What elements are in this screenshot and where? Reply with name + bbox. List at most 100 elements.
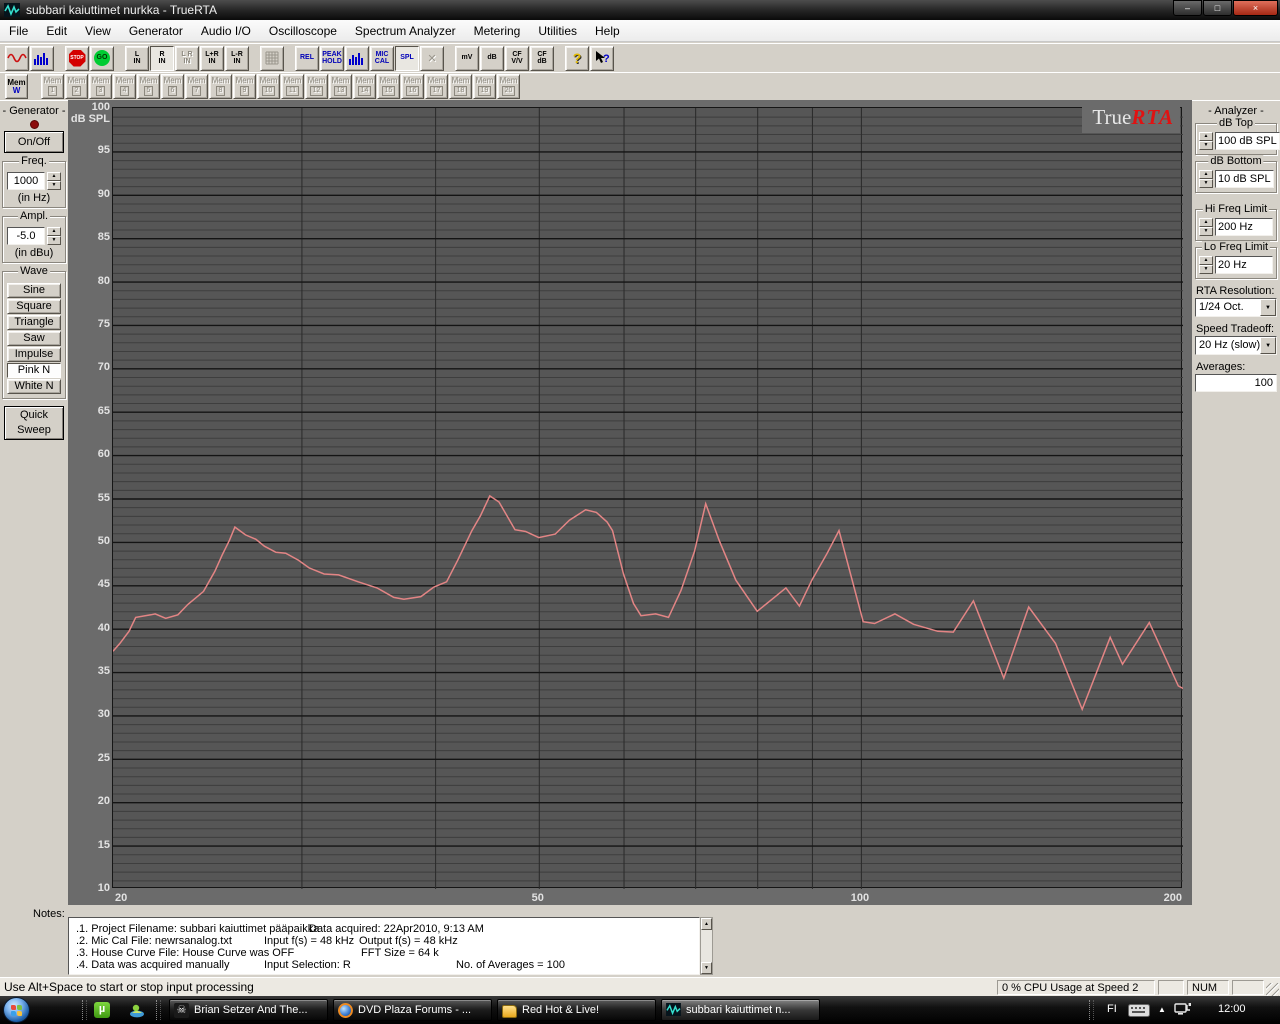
mem-slot-12-button[interactable]: Mem 12 [305,74,328,99]
peak-hold-button[interactable]: PEAK HOLD [320,45,344,71]
menu-item-oscilloscope[interactable]: Oscilloscope [260,20,346,41]
l-plus-r-input-button[interactable]: L+R IN [200,45,224,71]
mem-slot-16-button[interactable]: Mem 16 [401,74,424,99]
wave-white-n-button[interactable]: White N [7,379,61,394]
menu-item-edit[interactable]: Edit [37,20,76,41]
lo-freq-value[interactable]: 20 Hz [1215,256,1273,274]
freq-down-button[interactable]: ▼ [47,181,61,190]
mem-slot-20-button[interactable]: Mem 20 [497,74,520,99]
decibel-units-button[interactable]: dB [480,45,504,71]
lo-freq-up-button[interactable]: ▲ [1199,256,1213,265]
speed-tradeoff-dropdown[interactable]: 20 Hz (slow) ▼ [1195,336,1277,355]
start-button[interactable] [3,997,30,1023]
rta-resolution-dropdown[interactable]: 1/24 Oct. ▼ [1195,298,1277,317]
taskbar-task-dvd-plaza-forums[interactable]: DVD Plaza Forums - ... [333,999,492,1021]
taskbar-task-subbari-kaiuttimet-n[interactable]: subbari kaiuttimet n... [661,999,820,1021]
tray-grip[interactable] [1089,1000,1094,1020]
menu-item-help[interactable]: Help [586,20,629,41]
averages-input[interactable]: 100 [1195,374,1277,392]
mic-cal-button[interactable]: MIC CAL [370,45,394,71]
wave-impulse-button[interactable]: Impulse [7,347,61,362]
context-help-button[interactable]: ? [590,45,614,71]
db-top-value[interactable]: 100 dB SPL [1215,132,1280,150]
quick-sweep-button[interactable]: Quick Sweep [4,406,64,440]
ampl-input[interactable]: -5.0 [7,227,45,245]
hi-freq-value[interactable]: 200 Hz [1215,218,1273,236]
wave-saw-button[interactable]: Saw [7,331,61,346]
mem-slot-2-button[interactable]: Mem 2 [65,74,88,99]
db-top-up-button[interactable]: ▲ [1199,132,1213,141]
mem-write-button[interactable]: Mem W [5,74,28,99]
menu-item-utilities[interactable]: Utilities [529,20,586,41]
freq-input[interactable]: 1000 [7,172,45,190]
notes-scroll-down-icon[interactable]: ▼ [701,962,712,974]
go-button[interactable]: GO [90,45,114,71]
resize-grip[interactable] [1266,983,1279,996]
ampl-up-button[interactable]: ▲ [47,227,61,236]
menu-item-generator[interactable]: Generator [120,20,192,41]
db-bottom-down-button[interactable]: ▼ [1199,179,1213,188]
taskbar-task-brian-setzer-and-the[interactable]: ☠ Brian Setzer And The... [169,999,328,1021]
messenger-icon[interactable] [129,1002,145,1018]
mem-slot-17-button[interactable]: Mem 17 [425,74,448,99]
wave-triangle-button[interactable]: Triangle [7,315,61,330]
mem-slot-7-button[interactable]: Mem 7 [185,74,208,99]
maximize-button[interactable]: □ [1203,0,1232,16]
notes-textbox[interactable]: .1. Project Filename: subbari kaiuttimet… [68,917,700,975]
menu-item-file[interactable]: File [0,20,37,41]
crest-factor-db-button[interactable]: CF dB [530,45,554,71]
mem-slot-4-button[interactable]: Mem 4 [113,74,136,99]
hi-freq-up-button[interactable]: ▲ [1199,218,1213,227]
relative-mode-button[interactable]: REL [295,45,319,71]
left-input-button[interactable]: L IN [125,45,149,71]
hi-freq-down-button[interactable]: ▼ [1199,227,1213,236]
show-hidden-icons-arrow[interactable]: ▲ [1158,1005,1166,1014]
mem-slot-14-button[interactable]: Mem 14 [353,74,376,99]
generator-onoff-button[interactable]: On/Off [4,131,64,153]
wave-square-button[interactable]: Square [7,299,61,314]
menu-item-view[interactable]: View [76,20,120,41]
mem-slot-19-button[interactable]: Mem 19 [473,74,496,99]
wave-sine-button[interactable]: Sine [7,283,61,298]
menu-item-metering[interactable]: Metering [465,20,530,41]
help-button[interactable]: ? [565,45,589,71]
grid-toggle-button[interactable] [260,45,284,71]
close-button[interactable]: × [1233,0,1278,16]
ampl-down-button[interactable]: ▼ [47,236,61,245]
crest-factor-vv-button[interactable]: CF V/V [505,45,529,71]
sine-wave-button[interactable] [5,45,29,71]
mem-slot-6-button[interactable]: Mem 6 [161,74,184,99]
network-icon[interactable] [1174,1002,1191,1018]
stop-button[interactable]: STOP [65,45,89,71]
db-top-down-button[interactable]: ▼ [1199,141,1213,150]
mem-slot-8-button[interactable]: Mem 8 [209,74,232,99]
stereo-input-button[interactable]: L R IN [175,45,199,71]
rta-resolution-dropdown-arrow-icon[interactable]: ▼ [1260,299,1276,316]
mem-slot-11-button[interactable]: Mem 11 [281,74,304,99]
bar-graph-button[interactable] [345,45,369,71]
db-bottom-value[interactable]: 10 dB SPL [1215,170,1274,188]
mem-slot-5-button[interactable]: Mem 5 [137,74,160,99]
db-bottom-up-button[interactable]: ▲ [1199,170,1213,179]
right-input-button[interactable]: R IN [150,45,174,71]
utorrent-icon[interactable]: µ [94,1002,110,1018]
mem-slot-1-button[interactable]: Mem 1 [41,74,64,99]
mem-slot-10-button[interactable]: Mem 10 [257,74,280,99]
mem-slot-13-button[interactable]: Mem 13 [329,74,352,99]
freq-up-button[interactable]: ▲ [47,172,61,181]
menu-item-audio-i-o[interactable]: Audio I/O [192,20,260,41]
notes-scrollbar[interactable]: ▲ ▼ [700,917,713,975]
quicklaunch-grip[interactable] [82,1000,87,1020]
taskbar-task-red-hot-live[interactable]: Red Hot & Live! [497,999,656,1021]
clear-overlay-button[interactable]: ✕ [420,45,444,71]
taskbar-clock[interactable]: 12:00 [1218,1003,1246,1015]
spl-mode-button[interactable]: SPL [395,45,419,71]
keyboard-icon[interactable] [1128,1004,1150,1017]
minimize-button[interactable]: – [1173,0,1202,16]
menu-item-spectrum-analyzer[interactable]: Spectrum Analyzer [346,20,465,41]
wave-pink-n-button[interactable]: Pink N [7,363,61,378]
mem-slot-3-button[interactable]: Mem 3 [89,74,112,99]
mem-slot-15-button[interactable]: Mem 15 [377,74,400,99]
notes-scroll-up-icon[interactable]: ▲ [701,918,712,930]
mem-slot-18-button[interactable]: Mem 18 [449,74,472,99]
